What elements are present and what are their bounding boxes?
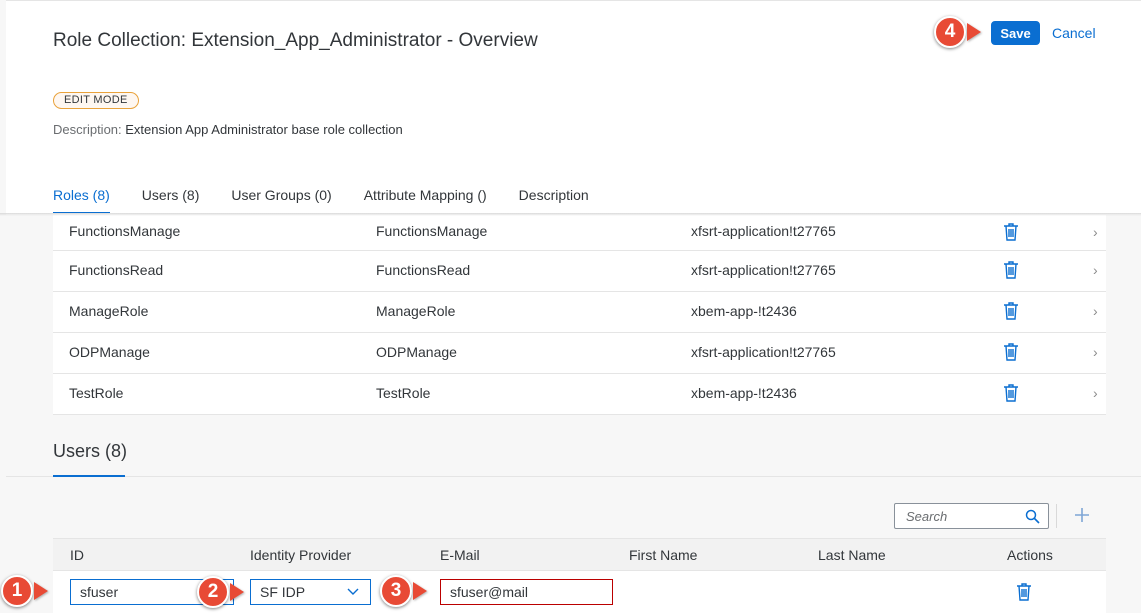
chevron-right-icon[interactable]: › (1093, 385, 1098, 401)
role-template: FunctionsRead (376, 262, 471, 278)
table-header: ID Identity Provider E-Mail First Name L… (53, 538, 1106, 571)
application-identifier: xfsrt-application!t27765 (691, 223, 836, 239)
identity-provider-select[interactable]: SF IDP (250, 579, 371, 605)
chevron-down-icon[interactable] (346, 584, 360, 598)
search-icon[interactable] (1025, 509, 1040, 524)
search-input[interactable]: Search (894, 503, 1049, 529)
trash-icon[interactable] (1003, 384, 1019, 402)
save-button[interactable]: Save (991, 21, 1040, 45)
callout-3: 3 (380, 575, 412, 607)
description: Description: Extension App Administrator… (53, 122, 403, 137)
column-header-identity-provider: Identity Provider (250, 547, 352, 563)
search-placeholder: Search (906, 509, 948, 524)
role-template: ManageRole (376, 303, 456, 319)
callout-2: 2 (197, 576, 229, 608)
trash-icon[interactable] (1003, 223, 1019, 241)
header-shadow (0, 213, 1141, 216)
plus-icon[interactable] (1072, 505, 1092, 525)
edit-mode-badge: EDIT MODE (53, 92, 139, 109)
tab-user-groups[interactable]: User Groups (0) (231, 187, 331, 213)
toolbar-separator (1056, 504, 1057, 528)
table-row[interactable]: ODPManage ODPManage xfsrt-application!t2… (53, 333, 1106, 374)
description-value: Extension App Administrator base role co… (125, 122, 403, 137)
callout-arrow (967, 23, 981, 41)
identity-provider-value: SF IDP (260, 584, 306, 600)
trash-icon[interactable] (1003, 261, 1019, 279)
role-name: ODPManage (69, 344, 150, 360)
section-underline (53, 475, 125, 477)
application-identifier: xbem-app-!t2436 (691, 303, 797, 319)
chevron-right-icon[interactable]: › (1093, 224, 1098, 240)
trash-icon[interactable] (1003, 302, 1019, 320)
role-template: ODPManage (376, 344, 457, 360)
application-identifier: xfsrt-application!t27765 (691, 262, 836, 278)
tab-roles[interactable]: Roles (8) (53, 187, 110, 215)
callout-arrow (34, 582, 48, 600)
table-row[interactable]: TestRole TestRole xbem-app-!t2436 › (53, 374, 1106, 415)
application-identifier: xbem-app-!t2436 (691, 385, 797, 401)
callout-arrow (230, 583, 244, 601)
role-template: TestRole (376, 385, 431, 401)
description-label: Description: (53, 122, 122, 137)
callout-4: 4 (934, 16, 966, 48)
chevron-right-icon[interactable]: › (1093, 344, 1098, 360)
chevron-right-icon[interactable]: › (1093, 262, 1098, 278)
users-section-header: Users (8) (6, 416, 1141, 477)
page-title: Role Collection: Extension_App_Administr… (53, 30, 538, 51)
chevron-right-icon[interactable]: › (1093, 303, 1098, 319)
cancel-button[interactable]: Cancel (1052, 25, 1096, 41)
trash-icon[interactable] (1003, 343, 1019, 361)
application-identifier: xfsrt-application!t27765 (691, 344, 836, 360)
role-name: FunctionsRead (69, 262, 164, 278)
column-header-last-name: Last Name (818, 547, 886, 563)
table-row[interactable]: FunctionsManage FunctionsManage xfsrt-ap… (53, 213, 1106, 251)
trash-icon[interactable] (1016, 583, 1032, 601)
column-header-email: E-Mail (440, 547, 480, 563)
column-header-id: ID (70, 547, 84, 563)
callout-arrow (413, 582, 427, 600)
table-row[interactable]: ManageRole ManageRole xbem-app-!t2436 › (53, 292, 1106, 333)
tab-users[interactable]: Users (8) (142, 187, 200, 213)
tab-description[interactable]: Description (519, 187, 589, 213)
callout-1: 1 (1, 575, 33, 607)
tab-attribute-mapping[interactable]: Attribute Mapping () (364, 187, 487, 213)
role-name: FunctionsManage (69, 223, 181, 239)
column-header-first-name: First Name (629, 547, 698, 563)
table-row[interactable]: FunctionsRead FunctionsRead xfsrt-applic… (53, 251, 1106, 292)
role-name: ManageRole (69, 303, 149, 319)
roles-table: FunctionsManage FunctionsManage xfsrt-ap… (53, 213, 1106, 415)
email-field[interactable]: sfuser@mail (440, 579, 613, 605)
tab-bar: Roles (8) Users (8) User Groups (0) Attr… (53, 187, 621, 215)
column-header-actions: Actions (1007, 547, 1053, 563)
role-template: FunctionsManage (376, 223, 488, 239)
role-name: TestRole (69, 385, 124, 401)
users-section-title: Users (8) (53, 441, 128, 461)
